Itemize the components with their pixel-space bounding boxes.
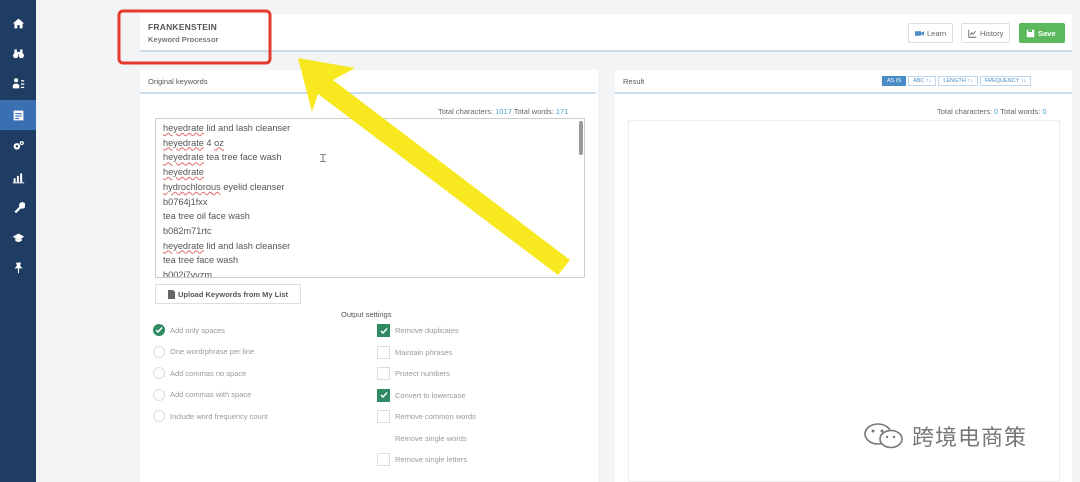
- graduation-cap-icon[interactable]: [0, 222, 36, 252]
- keyword-line: hydrochlorous eyelid cleanser: [163, 181, 285, 192]
- option-label: Remove common words: [395, 412, 476, 421]
- checkbox-option[interactable]: Protect numbers: [377, 367, 450, 380]
- page-header: FRANKENSTEIN Keyword Processor Learn His…: [140, 14, 1072, 52]
- watermark-text: 跨境电商策: [912, 425, 1028, 450]
- upload-label: Upload Keywords from My List: [177, 289, 288, 299]
- radio-button[interactable]: [153, 345, 165, 358]
- option-label: Convert to lowercase: [395, 390, 466, 400]
- checkbox-option[interactable]: Maintain phrases: [377, 345, 453, 359]
- checkbox[interactable]: [377, 324, 390, 337]
- text-cursor-icon: Ɪ: [320, 153, 327, 165]
- textarea-scrollbar[interactable]: [579, 121, 583, 155]
- original-stats: Total characters: 1017 Total words: 171: [438, 107, 569, 116]
- checkbox[interactable]: [377, 367, 390, 380]
- checkbox[interactable]: [377, 388, 390, 402]
- option-label: Add commas no space: [170, 368, 247, 378]
- checkbox[interactable]: [377, 431, 390, 445]
- home-icon[interactable]: [0, 8, 36, 38]
- option-label: Add only spaces: [170, 325, 226, 335]
- keyword-line: b002j7yvzm: [163, 270, 213, 278]
- upload-keywords-button[interactable]: Upload Keywords from My List: [155, 284, 301, 304]
- document-icon[interactable]: [0, 100, 36, 130]
- history-button[interactable]: History: [961, 23, 1011, 43]
- option-label: Include word frequency count: [170, 411, 268, 421]
- checkbox-option[interactable]: Remove single words: [377, 431, 467, 445]
- radio-option[interactable]: Add commas with space: [153, 388, 252, 401]
- gears-icon[interactable]: [0, 130, 36, 160]
- panel-title: Original keywords: [148, 77, 208, 86]
- learn-label: Learn: [927, 28, 947, 38]
- sort-button[interactable]: ABC ↑↓: [908, 76, 937, 86]
- radio-button[interactable]: [153, 388, 165, 401]
- option-label: Maintain phrases: [395, 347, 453, 357]
- option-label: Remove duplicates: [395, 326, 459, 335]
- app-title: FRANKENSTEIN: [148, 22, 217, 32]
- checkbox-option[interactable]: Remove duplicates: [377, 324, 459, 337]
- checkbox[interactable]: [377, 453, 390, 466]
- save-icon: [1026, 29, 1035, 37]
- keyword-line: tea tree oil face wash: [163, 211, 250, 222]
- radio-button[interactable]: [153, 324, 165, 336]
- learn-button[interactable]: Learn: [908, 23, 954, 43]
- panel-divider: [615, 92, 1072, 94]
- people-search-icon[interactable]: [0, 68, 36, 98]
- radio-option[interactable]: One word/phrase per line: [153, 345, 255, 358]
- checkbox[interactable]: [377, 410, 390, 423]
- result-char-count: 0: [994, 107, 999, 116]
- output-settings-title: Output settings: [341, 310, 392, 319]
- keyword-line: heyedrate lid and lash cleanser: [163, 123, 291, 133]
- binoculars-icon[interactable]: [0, 38, 36, 68]
- sort-button[interactable]: FREQUENCY ↑↓: [979, 76, 1032, 86]
- panel-title: Result: [623, 77, 645, 86]
- keyword-line: heyedrate: [163, 167, 204, 178]
- radio-button[interactable]: [153, 410, 165, 422]
- sort-toolbar: AS IS ABC ↑↓ LENGTH ↑↓ FREQUENCY ↑↓: [882, 76, 1032, 86]
- checkbox-option[interactable]: Convert to lowercase: [377, 388, 466, 402]
- option-label: Protect numbers: [395, 369, 451, 378]
- option-label: One word/phrase per line: [170, 347, 255, 356]
- keyword-line: b0764j1fxx: [163, 196, 208, 207]
- bar-chart-icon[interactable]: [0, 162, 36, 192]
- checkbox-option[interactable]: Remove single letters: [377, 453, 467, 466]
- keyword-line: heyedrate 4 oz: [163, 137, 224, 148]
- check-icon: [379, 392, 388, 399]
- radio-option[interactable]: Include word frequency count: [153, 410, 268, 422]
- check-icon: [379, 327, 388, 334]
- keyword-line: heyedrate tea tree face wash: [163, 152, 282, 163]
- radio-option[interactable]: Add only spaces: [153, 324, 225, 336]
- radio-button[interactable]: [153, 367, 165, 379]
- result-stats: Total characters: 0 Total words: 0: [937, 107, 1047, 116]
- option-label: Remove single letters: [395, 455, 468, 464]
- video-icon: [915, 30, 924, 36]
- char-count: 1017: [495, 107, 512, 116]
- wrench-icon[interactable]: [0, 192, 36, 222]
- keyword-line: tea tree face wash: [163, 255, 239, 266]
- sidebar: [0, 0, 36, 482]
- keywords-textarea[interactable]: heyedrate lid and lash cleanser heyedrate…: [155, 118, 585, 278]
- file-icon: [167, 289, 175, 299]
- keyword-line: heyedrate lid and lash cleanser: [163, 240, 291, 251]
- line-chart-icon: [968, 29, 977, 38]
- keyword-line: b082m71rtc: [163, 225, 212, 236]
- sort-button[interactable]: LENGTH ↑↓: [938, 76, 978, 86]
- check-icon: [155, 327, 163, 334]
- option-label: Add commas with space: [170, 390, 252, 399]
- wechat-icon: [864, 423, 903, 449]
- sort-button[interactable]: AS IS: [882, 76, 907, 86]
- save-button[interactable]: Save: [1019, 23, 1065, 43]
- history-label: History: [980, 28, 1004, 38]
- app-subtitle: Keyword Processor: [148, 35, 219, 44]
- save-label: Save: [1038, 28, 1056, 38]
- checkbox-option[interactable]: Remove common words: [377, 410, 476, 423]
- checkbox[interactable]: [377, 345, 390, 359]
- watermark: 跨境电商策: [862, 420, 1027, 452]
- option-label: Remove single words: [395, 433, 467, 443]
- panel-divider: [140, 92, 596, 94]
- result-word-count: 0: [1042, 107, 1047, 116]
- word-count: 171: [555, 107, 569, 116]
- pin-icon[interactable]: [0, 252, 36, 282]
- radio-option[interactable]: Add commas no space: [153, 367, 246, 379]
